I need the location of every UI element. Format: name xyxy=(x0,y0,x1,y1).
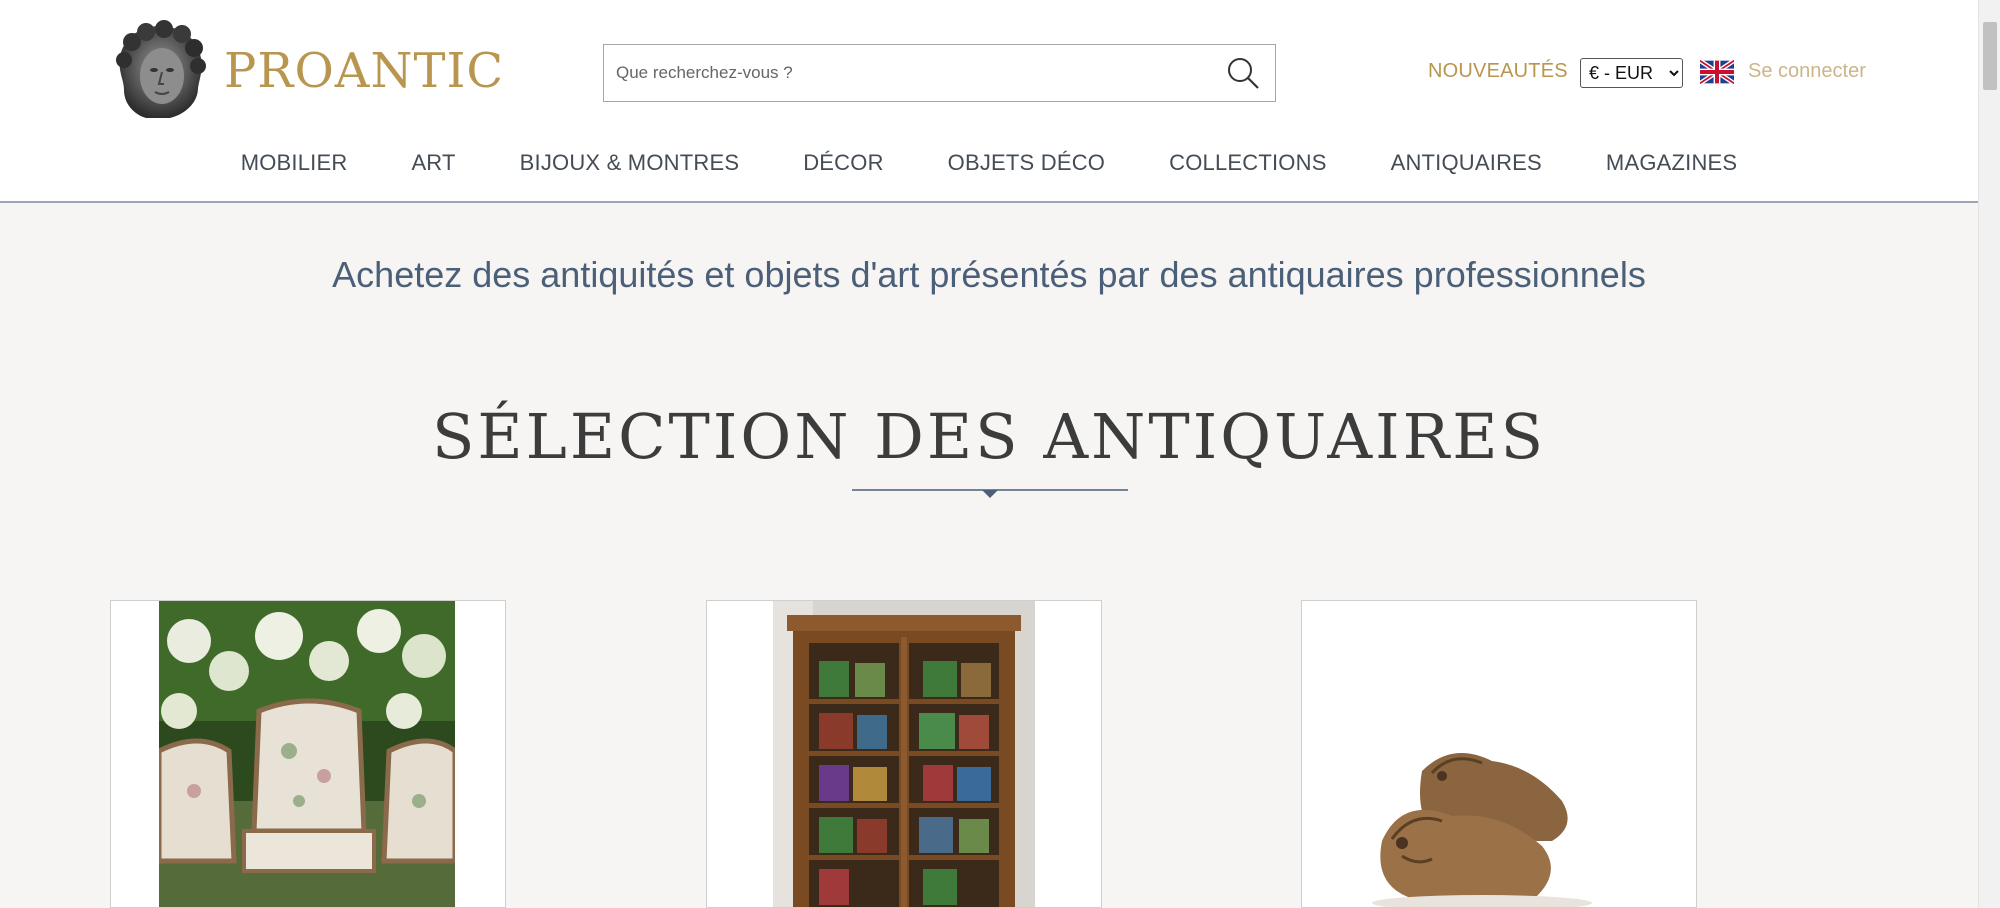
nav-item-decor[interactable]: DÉCOR xyxy=(803,150,883,176)
nav-item-objets-deco[interactable]: OBJETS DÉCO xyxy=(948,150,1105,176)
page-scrollbar[interactable] xyxy=(1978,0,2000,908)
scrollbar-thumb[interactable] xyxy=(1983,22,1997,90)
login-link[interactable]: Se connecter xyxy=(1748,60,1866,83)
nav-item-bijoux-montres[interactable]: BIJOUX & MONTRES xyxy=(520,150,740,176)
currency-select[interactable]: € - EUR xyxy=(1580,58,1683,88)
search-icon xyxy=(1228,58,1259,89)
section-title: SÉLECTION DES ANTIQUAIRES xyxy=(431,400,1547,473)
product-image-bookcase xyxy=(773,601,1035,907)
nav-item-collections[interactable]: COLLECTIONS xyxy=(1169,150,1326,176)
nouveautes-link[interactable]: NOUVEAUTÉS xyxy=(1428,60,1568,83)
logo-head-icon xyxy=(116,20,206,118)
logo[interactable]: PROANTIC xyxy=(110,20,504,122)
search-bar xyxy=(603,44,1276,102)
product-card-bookcase[interactable] xyxy=(706,600,1102,908)
product-card-armchairs[interactable] xyxy=(110,600,506,908)
search-input[interactable] xyxy=(604,45,1211,101)
logo-text: PROANTIC xyxy=(224,43,505,99)
product-card-lions[interactable] xyxy=(1301,600,1697,908)
nav-item-magazines[interactable]: MAGAZINES xyxy=(1606,150,1737,176)
title-divider xyxy=(852,489,1128,498)
main-nav: MOBILIER ART BIJOUX & MONTRES DÉCOR OBJE… xyxy=(0,150,1978,176)
search-button[interactable] xyxy=(1211,45,1275,101)
nav-item-antiquaires[interactable]: ANTIQUAIRES xyxy=(1391,150,1542,176)
tagline: Achetez des antiquités et objets d'art p… xyxy=(332,254,1646,295)
nav-item-art[interactable]: ART xyxy=(411,150,455,176)
uk-flag-icon[interactable] xyxy=(1700,60,1734,84)
nav-item-mobilier[interactable]: MOBILIER xyxy=(241,150,348,176)
product-image-armchairs xyxy=(159,601,455,907)
site-header: PROANTIC NOUVEAUTÉS € - EUR Se connecter… xyxy=(0,0,1978,203)
product-image-lions xyxy=(1372,753,1592,907)
